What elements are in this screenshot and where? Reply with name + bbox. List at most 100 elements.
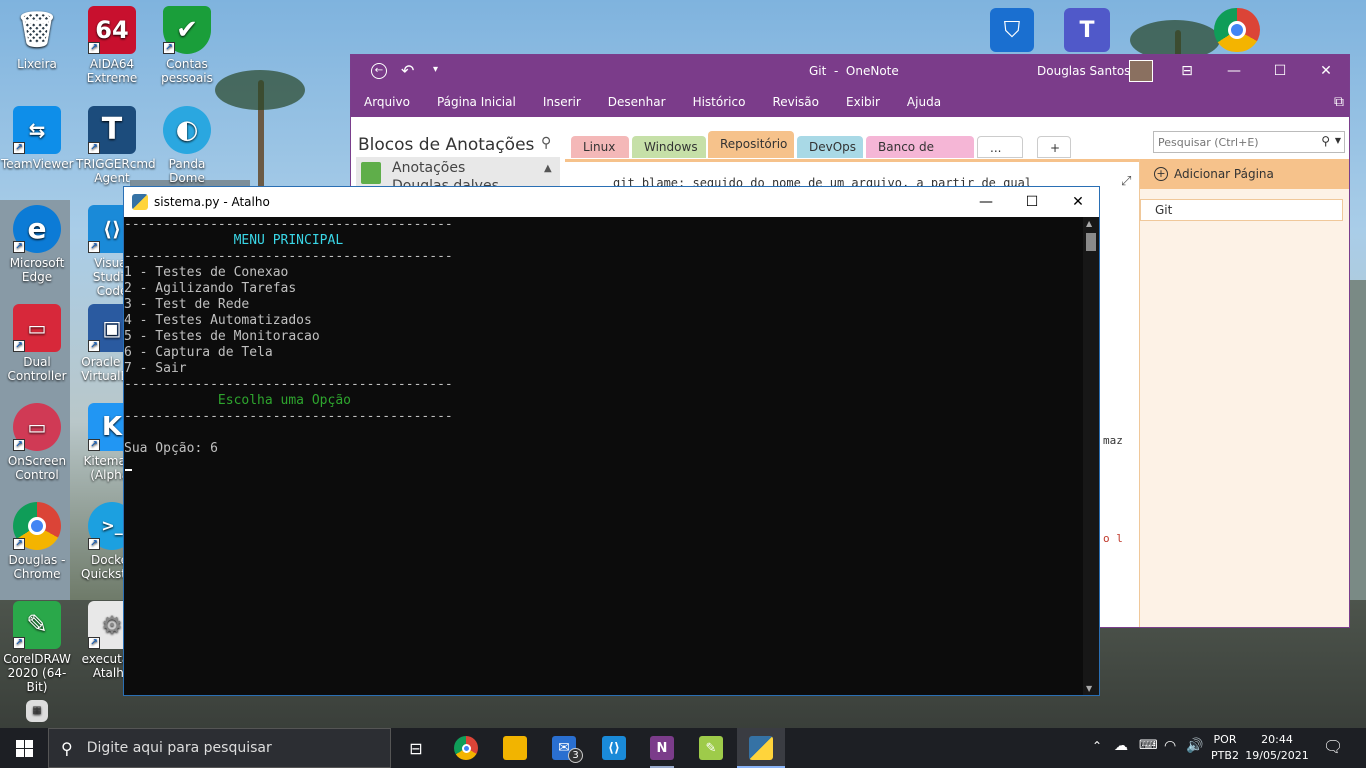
desktop-icon-teams[interactable]: T [1064, 8, 1110, 52]
menu-exibir[interactable]: Exibir [846, 95, 880, 109]
mail-badge: 3 [568, 748, 583, 763]
desktop-icon-onscreen-control[interactable]: ▭ ↗ OnScreen Control [1, 403, 73, 482]
desktop-icon-chrome-douglas[interactable]: ↗ Douglas - Chrome [1, 502, 73, 581]
menu-revisao[interactable]: Revisão [772, 95, 819, 109]
dual-controller-icon: ▭ ↗ [13, 304, 61, 352]
tab-more[interactable]: ... ▼ [977, 136, 1023, 177]
aida64-icon: 64 ↗ [88, 6, 136, 54]
add-section-button[interactable]: + [1037, 136, 1071, 158]
clock[interactable]: 20:44 19/05/2021 [1244, 732, 1310, 764]
desktop-icon-triggercmd[interactable]: T ↗ TRIGGERcmd Agent [76, 106, 156, 185]
console-line: ----------------------------------------… [124, 249, 453, 264]
desktop-icon-partial[interactable]: ▦ [1, 700, 73, 726]
taskbar-vscode[interactable]: ⟨⟩ [590, 728, 638, 768]
notepad-icon: ✎ [699, 736, 723, 760]
menu-desenhar[interactable]: Desenhar [608, 95, 666, 109]
maximize-button[interactable]: ☐ [1009, 187, 1055, 217]
desktop-icon-dual-controller[interactable]: ▭ ↗ Dual Controller [1, 304, 73, 383]
wifi-icon[interactable]: ◠ [1164, 738, 1176, 754]
notebooks-title[interactable]: Blocos de Anotações [358, 135, 534, 155]
add-page-button[interactable]: + Adicionar Página [1140, 159, 1349, 189]
python-icon [132, 194, 148, 210]
close-button[interactable]: ✕ [1303, 55, 1349, 87]
chevron-up-icon[interactable]: ▲ [544, 163, 552, 174]
desktop-icon-teamviewer[interactable]: ⇆ ↗ TeamViewer [1, 106, 74, 171]
minimize-button[interactable]: — [963, 187, 1009, 217]
desktop-icon-coreldraw[interactable]: ✎ ↗ CorelDRAW 2020 (64-Bit) [1, 601, 73, 694]
user-name[interactable]: Douglas Santos [1037, 64, 1130, 78]
console-scrollbar[interactable]: ▲ ▼ [1083, 217, 1099, 695]
sticky-notes-icon[interactable]: ⧉ [1334, 94, 1344, 110]
taskbar-python-console[interactable] [737, 728, 785, 768]
teamviewer-icon: ⇆ ↗ [13, 106, 61, 154]
taskbar-mail[interactable]: ✉ 3 [540, 728, 588, 768]
desktop-icon-edge[interactable]: e ↗ Microsoft Edge [1, 205, 73, 284]
console-line: ----------------------------------------… [124, 217, 453, 232]
show-hidden-icons[interactable]: ⌃ [1092, 739, 1102, 753]
desktop-icon-forticlient[interactable]: ⛉ [990, 8, 1034, 52]
search-box[interactable]: ⚲ ▼ [1153, 131, 1345, 153]
taskbar-chrome[interactable] [442, 728, 490, 768]
console-line: 6 - Captura de Tela [124, 345, 273, 360]
notebook-name: Anotações [392, 160, 466, 176]
window-title: Git - OneNote [809, 64, 899, 78]
cloud-icon[interactable]: ☁ [1114, 738, 1128, 754]
taskbar-file-explorer[interactable] [491, 728, 539, 768]
taskbar-search-placeholder: Digite aqui para pesquisar [86, 740, 272, 756]
notifications-icon[interactable]: 🗨 [1323, 737, 1343, 756]
start-button[interactable] [0, 728, 48, 768]
desktop-icon-chrome[interactable] [1214, 8, 1260, 52]
onenote-titlebar[interactable]: ← ↶ ▾ Git - OneNote Douglas Santos ⊟ — ☐… [351, 55, 1349, 87]
desktop-icon-panda[interactable]: ◐ Panda Dome [151, 106, 223, 185]
network-status-icon[interactable]: ⌨ [1139, 738, 1158, 753]
keyboard-layout: PTB2 [1211, 749, 1239, 762]
menu-inserir[interactable]: Inserir [543, 95, 581, 109]
minimize-button[interactable]: — [1211, 55, 1257, 87]
taskbar-onenote[interactable]: N [638, 728, 686, 768]
language-indicator[interactable]: POR PTB2 [1208, 732, 1242, 764]
pin-icon[interactable]: ⚲ [541, 135, 551, 151]
folder-icon [503, 736, 527, 760]
desktop-icon-lixeira[interactable]: 🗑 Lixeira [1, 6, 73, 71]
onscreen-control-icon: ▭ ↗ [13, 403, 61, 451]
search-icon[interactable]: ⚲ [1321, 134, 1330, 148]
notebook-item[interactable]: Anotações Douglas dalves ▲ [356, 157, 560, 187]
notebook-icon [361, 162, 381, 184]
tab-devops[interactable]: DevOps [797, 136, 863, 158]
app-icon: ▦ [26, 700, 48, 722]
console-line: 1 - Testes de Conexao [124, 265, 289, 280]
tab-linux[interactable]: Linux [571, 136, 629, 158]
taskbar-notepad[interactable]: ✎ [687, 728, 735, 768]
volume-icon[interactable]: 🔊 [1186, 738, 1203, 754]
avatar[interactable] [1129, 60, 1153, 82]
menu-historico[interactable]: Histórico [693, 95, 746, 109]
console-window[interactable]: sistema.py - Atalho — ☐ ✕ --------------… [123, 186, 1100, 696]
close-button[interactable]: ✕ [1055, 187, 1101, 217]
scroll-up-icon[interactable]: ▲ [1086, 219, 1092, 228]
desktop-icon-contas[interactable]: ✔ ↗ Contas pessoais [151, 6, 223, 85]
task-view-button[interactable]: ⊟ [392, 728, 440, 768]
menu-ajuda[interactable]: Ajuda [907, 95, 941, 109]
desktop-icon-aida64[interactable]: 64 ↗ AIDA64 Extreme [76, 6, 148, 85]
menu-pagina-inicial[interactable]: Página Inicial [437, 95, 516, 109]
menu-arquivo[interactable]: Arquivo [364, 95, 410, 109]
taskbar-search[interactable]: ⚲ Digite aqui para pesquisar [48, 728, 391, 768]
scroll-down-icon[interactable]: ▼ [1086, 684, 1092, 693]
page-item-git[interactable]: Git [1140, 199, 1343, 221]
customize-qat-icon[interactable]: ▾ [433, 64, 438, 75]
scroll-thumb[interactable] [1086, 233, 1096, 251]
note-fragment: maz [1103, 434, 1123, 447]
undo-icon[interactable]: ↶ [401, 61, 414, 80]
console-line: ----------------------------------------… [124, 409, 453, 424]
chevron-down-icon[interactable]: ▼ [1335, 136, 1341, 145]
tab-banco-de-dados[interactable]: Banco de dados [866, 136, 974, 176]
maximize-button[interactable]: ☐ [1257, 55, 1303, 87]
expand-icon[interactable]: ⤢ [1121, 174, 1131, 189]
search-input[interactable] [1158, 133, 1308, 151]
console-output[interactable]: ----------------------------------------… [124, 217, 1083, 695]
back-icon[interactable]: ← [371, 63, 387, 79]
tab-windows[interactable]: Windows [632, 136, 706, 158]
tab-repositorio[interactable]: Repositório [708, 131, 794, 158]
ribbon-display-icon[interactable]: ⊟ [1164, 55, 1210, 87]
console-titlebar[interactable]: sistema.py - Atalho — ☐ ✕ [124, 187, 1099, 217]
